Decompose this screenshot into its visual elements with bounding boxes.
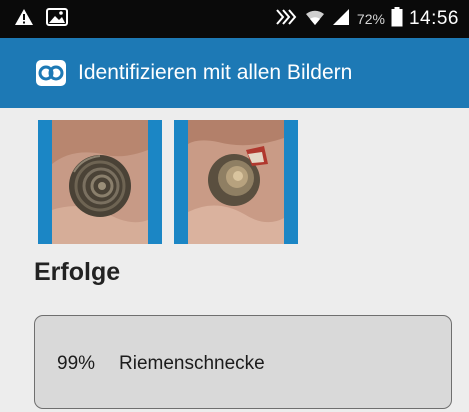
battery-percent: 72% (356, 11, 385, 27)
warning-icon (14, 8, 34, 31)
photo-content (52, 120, 148, 244)
image-icon (46, 7, 68, 31)
photo-content (188, 120, 284, 244)
clock: 14:56 (408, 8, 459, 29)
status-bar: 72% 14:56 (0, 0, 469, 38)
nfc-icon (275, 8, 299, 31)
status-right: 72% 14:56 (275, 6, 459, 32)
signal-icon (331, 8, 351, 31)
battery-icon (391, 6, 403, 32)
result-item[interactable]: 99% Riemenschnecke (34, 315, 452, 409)
app-bar: Identifizieren mit allen Bildern (0, 38, 469, 108)
app-logo-icon[interactable] (36, 60, 66, 86)
section-heading: Erfolge (34, 258, 121, 286)
snail-shell-photo-2[interactable] (174, 120, 298, 244)
snail-shell-photo-1[interactable] (38, 120, 162, 244)
result-species: Riemenschnecke (119, 353, 265, 374)
app-title: Identifizieren mit allen Bildern (78, 61, 353, 84)
wifi-icon (305, 8, 325, 31)
result-percent: 99% (57, 353, 96, 374)
status-left (14, 7, 68, 31)
